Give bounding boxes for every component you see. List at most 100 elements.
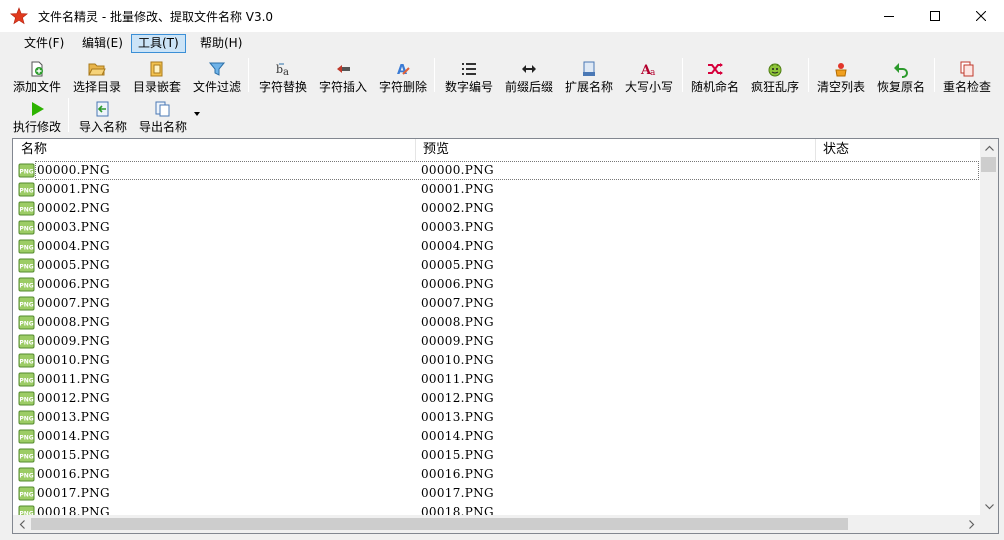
preview-name-cell: 00015.PNG	[421, 448, 494, 462]
add-file-button[interactable]: 添加文件	[12, 56, 62, 94]
toolbar-separator	[248, 58, 249, 92]
execute-button[interactable]: 执行修改	[12, 96, 62, 134]
maximize-button[interactable]	[912, 0, 958, 32]
preview-name-cell: 00018.PNG	[421, 505, 494, 515]
window-title: 文件名精灵 - 批量修改、提取文件名称 V3.0	[38, 10, 274, 24]
minimize-icon	[884, 16, 894, 17]
nested-folder-button[interactable]: 目录嵌套	[132, 56, 182, 94]
table-row[interactable]: PNG 00010.PNG 00010.PNG	[13, 351, 980, 370]
vertical-scroll-thumb[interactable]	[981, 157, 996, 172]
scroll-up-button[interactable]	[980, 139, 998, 156]
svg-text:PNG: PNG	[19, 245, 33, 252]
table-row[interactable]: PNG 00009.PNG 00009.PNG	[13, 332, 980, 351]
file-name-cell: 00018.PNG	[37, 505, 110, 515]
file-name-cell: 00006.PNG	[37, 277, 110, 291]
export-names-icon	[153, 99, 173, 118]
png-file-icon: PNG	[18, 163, 35, 178]
maximize-icon	[930, 11, 940, 21]
menu-file[interactable]: 文件(F)	[17, 34, 71, 53]
table-row[interactable]: PNG 00008.PNG 00008.PNG	[13, 313, 980, 332]
close-button[interactable]	[958, 0, 1004, 32]
png-file-icon: PNG	[18, 467, 35, 482]
clear-list-button[interactable]: 清空列表	[816, 56, 866, 94]
table-row[interactable]: PNG 00000.PNG 00000.PNG	[13, 161, 980, 180]
preview-name-cell: 00010.PNG	[421, 353, 494, 367]
svg-text:PNG: PNG	[19, 340, 33, 347]
table-row[interactable]: PNG 00002.PNG 00002.PNG	[13, 199, 980, 218]
import-names-button[interactable]: 导入名称	[78, 96, 128, 134]
table-row[interactable]: PNG 00006.PNG 00006.PNG	[13, 275, 980, 294]
menu-help[interactable]: 帮助(H)	[193, 34, 249, 53]
table-row[interactable]: PNG 00007.PNG 00007.PNG	[13, 294, 980, 313]
horizontal-scrollbar[interactable]	[13, 515, 980, 533]
prefix-suffix-button[interactable]: 前缀后缀	[504, 56, 554, 94]
column-header-name[interactable]: 名称	[13, 139, 415, 161]
svg-text:a: a	[283, 67, 289, 78]
svg-text:PNG: PNG	[19, 169, 33, 176]
export-dropdown-arrow-icon[interactable]	[194, 112, 200, 116]
table-row[interactable]: PNG 00013.PNG 00013.PNG	[13, 408, 980, 427]
replace-text-button[interactable]: ba 字符替换	[258, 56, 308, 95]
file-name-cell: 00009.PNG	[37, 334, 110, 348]
preview-name-cell: 00016.PNG	[421, 467, 494, 481]
vertical-scrollbar[interactable]	[980, 139, 998, 515]
random-name-button[interactable]: 随机命名	[690, 56, 740, 94]
delete-text-button[interactable]: A 字符删除	[378, 56, 428, 95]
toolbar-separator	[434, 58, 435, 92]
table-row[interactable]: PNG 00005.PNG 00005.PNG	[13, 256, 980, 275]
preview-name-cell: 00003.PNG	[421, 220, 494, 234]
svg-text:PNG: PNG	[19, 359, 33, 366]
svg-text:PNG: PNG	[19, 188, 33, 195]
menu-tools[interactable]: 工具(T)	[131, 34, 186, 53]
file-name-cell: 00002.PNG	[37, 201, 110, 215]
table-row[interactable]: PNG 00017.PNG 00017.PNG	[13, 484, 980, 503]
file-name-cell: 00000.PNG	[37, 163, 110, 177]
png-file-icon: PNG	[18, 201, 35, 216]
table-row[interactable]: PNG 00018.PNG 00018.PNG	[13, 503, 980, 515]
png-file-icon: PNG	[18, 448, 35, 463]
case-button[interactable]: Aa 大写小写	[624, 56, 674, 95]
file-filter-button[interactable]: 文件过滤	[192, 56, 242, 94]
png-file-icon: PNG	[18, 353, 35, 368]
minimize-button[interactable]	[866, 0, 912, 32]
column-header-preview[interactable]: 预览	[415, 139, 815, 161]
file-list[interactable]: 名称 预览 状态 PNG 00000.PNG 00000.PNG PNG 00001.P…	[12, 138, 999, 534]
table-row[interactable]: PNG 00001.PNG 00001.PNG	[13, 180, 980, 199]
png-file-icon: PNG	[18, 410, 35, 425]
duplicate-check-button[interactable]: 重名检查	[942, 56, 992, 94]
export-names-button[interactable]: 导出名称	[138, 96, 188, 134]
menu-edit[interactable]: 编辑(E)	[75, 34, 130, 53]
crazy-shuffle-button[interactable]: 疯狂乱序	[750, 56, 800, 94]
restore-names-button[interactable]: 恢复原名	[876, 56, 926, 94]
svg-text:PNG: PNG	[19, 321, 33, 328]
scroll-left-button[interactable]	[13, 515, 30, 533]
numbering-button[interactable]: 数字编号	[444, 56, 494, 94]
table-row[interactable]: PNG 00011.PNG 00011.PNG	[13, 370, 980, 389]
file-name-cell: 00005.PNG	[37, 258, 110, 272]
table-row[interactable]: PNG 00014.PNG 00014.PNG	[13, 427, 980, 446]
table-row[interactable]: PNG 00016.PNG 00016.PNG	[13, 465, 980, 484]
horizontal-scroll-thumb[interactable]	[31, 518, 848, 530]
svg-text:PNG: PNG	[19, 226, 33, 233]
preview-name-cell: 00009.PNG	[421, 334, 494, 348]
svg-text:PNG: PNG	[19, 378, 33, 385]
select-folder-button[interactable]: 选择目录	[72, 56, 122, 94]
table-row[interactable]: PNG 00003.PNG 00003.PNG	[13, 218, 980, 237]
svg-text:PNG: PNG	[19, 416, 33, 423]
table-row[interactable]: PNG 00012.PNG 00012.PNG	[13, 389, 980, 408]
preview-name-cell: 00012.PNG	[421, 391, 494, 405]
table-row[interactable]: PNG 00015.PNG 00015.PNG	[13, 446, 980, 465]
clear-list-icon	[831, 59, 851, 78]
png-file-icon: PNG	[18, 429, 35, 444]
png-file-icon: PNG	[18, 372, 35, 387]
scroll-down-button[interactable]	[980, 498, 998, 515]
star-app-icon	[10, 7, 28, 25]
preview-name-cell: 00005.PNG	[421, 258, 494, 272]
extension-name-button[interactable]: 扩展名称	[564, 56, 614, 94]
table-row[interactable]: PNG 00004.PNG 00004.PNG	[13, 237, 980, 256]
insert-text-button[interactable]: 字符插入	[318, 56, 368, 94]
filter-icon	[207, 59, 227, 78]
svg-text:PNG: PNG	[19, 264, 33, 271]
column-header-status[interactable]: 状态	[815, 139, 980, 161]
scroll-right-button[interactable]	[963, 515, 980, 533]
